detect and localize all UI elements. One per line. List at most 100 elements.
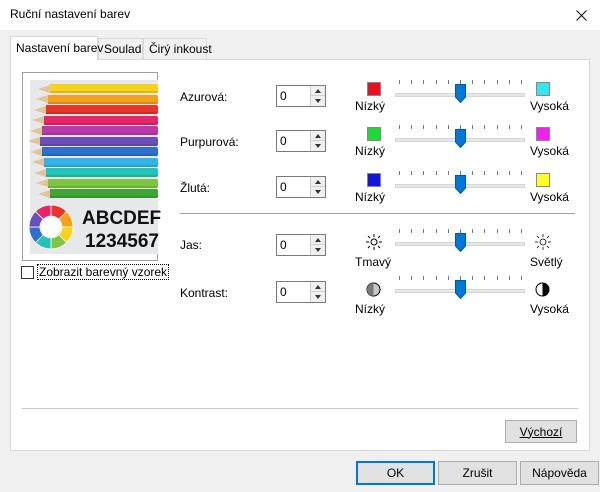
slider-thumb[interactable] (454, 280, 466, 299)
slider-tick (508, 80, 510, 84)
arrow-down-icon (315, 295, 321, 299)
brightness-slider[interactable] (395, 229, 525, 253)
yellow-low-label: Nízký (355, 190, 385, 204)
close-button[interactable] (566, 3, 596, 27)
tab-clear-ink[interactable]: Čirý inkoust (143, 38, 212, 59)
tab-label: Nastavení barev (16, 41, 104, 55)
pencil-icon (32, 157, 158, 167)
yellow-low-swatch (367, 173, 381, 187)
contrast-spinbox[interactable]: 0 (276, 281, 326, 303)
magenta-spinbox[interactable]: 0 (276, 130, 326, 152)
cancel-label: Zrušit (462, 466, 493, 480)
pencil-icon (30, 126, 158, 135)
pencil-icon (34, 105, 158, 114)
cyan-low-label: Nízký (355, 99, 385, 113)
slider-tick (411, 276, 413, 280)
slider-tick (472, 171, 474, 175)
pencil-icon (32, 115, 158, 125)
slider-tick (447, 171, 449, 175)
tab-color-settings[interactable]: Nastavení barev (10, 36, 103, 60)
cyan-spinbox[interactable]: 0 (276, 85, 326, 107)
contrast-label: Kontrast: (180, 286, 229, 300)
pencil-icon (38, 189, 158, 198)
arrow-up-icon (315, 237, 321, 242)
cyan-value: 0 (280, 89, 287, 103)
help-label: Nápověda (532, 466, 587, 480)
arrow-down-icon (315, 144, 321, 148)
tab-label: Čirý inkoust (149, 42, 212, 56)
spin-down-button[interactable] (311, 292, 325, 302)
arrow-down-icon (315, 190, 321, 194)
slider-tick (484, 125, 486, 129)
magenta-slider[interactable] (395, 125, 525, 149)
slider-tick (399, 276, 400, 280)
slider-tick (484, 229, 486, 233)
slider-tick (423, 276, 425, 280)
cancel-button[interactable]: Zrušit (438, 461, 517, 485)
arrow-up-icon (315, 284, 321, 289)
arrow-up-icon (315, 88, 321, 93)
slider-thumb[interactable] (454, 84, 466, 103)
brightness-spinbox[interactable]: 0 (276, 234, 326, 256)
sample-text-letters: ABCDEF (82, 208, 162, 229)
restore-defaults-label: Výchozí (519, 424, 563, 439)
close-icon (575, 9, 587, 21)
slider-thumb[interactable] (454, 129, 466, 148)
magenta-high-swatch (536, 127, 550, 141)
spin-up-button[interactable] (311, 177, 325, 187)
spin-down-button[interactable] (311, 245, 325, 255)
slider-tick (435, 229, 437, 233)
slider-thumb[interactable] (454, 233, 466, 252)
contrast-slider[interactable] (395, 276, 525, 300)
slider-tick (521, 80, 522, 84)
arrow-up-icon (315, 179, 321, 184)
pencil-icon (38, 84, 158, 93)
spin-down-button[interactable] (311, 187, 325, 197)
spin-up-button[interactable] (311, 131, 325, 141)
slider-tick (496, 80, 498, 84)
slider-tick (423, 229, 425, 233)
slider-tick (447, 229, 449, 233)
tab-matching[interactable]: Soulad (98, 38, 143, 59)
slider-thumb[interactable] (454, 175, 466, 194)
arrow-up-icon (315, 133, 321, 138)
yellow-label: Žlutá: (180, 181, 211, 195)
ok-button[interactable]: OK (356, 461, 435, 485)
tab-label: Soulad (104, 42, 142, 56)
cyan-label: Azurová: (180, 90, 228, 104)
restore-defaults-button[interactable]: Výchozí (505, 420, 577, 443)
slider-tick (472, 80, 474, 84)
yellow-spinbox[interactable]: 0 (276, 176, 326, 198)
color-preview-image: ABCDEF 1234567 (28, 80, 162, 254)
spin-up-button[interactable] (311, 282, 325, 292)
slider-tick (399, 80, 400, 84)
pencil-icon (30, 147, 158, 156)
slider-tick (508, 229, 510, 233)
sun-light-icon (535, 234, 551, 250)
sun-dark-icon (366, 234, 382, 250)
slider-tick (472, 125, 474, 129)
slider-tick (447, 276, 449, 280)
arrow-down-icon (315, 99, 321, 103)
show-sample-label[interactable]: Zobrazit barevný vzorek (37, 264, 170, 280)
show-sample-checkbox-row[interactable]: Zobrazit barevný vzorek (21, 264, 170, 280)
spin-down-button[interactable] (311, 141, 325, 151)
slider-tick (399, 229, 400, 233)
slider-tick (472, 229, 474, 233)
show-sample-checkbox[interactable] (21, 265, 34, 279)
help-button[interactable]: Nápověda (520, 461, 599, 485)
cyan-slider[interactable] (395, 80, 525, 104)
yellow-slider[interactable] (395, 171, 525, 195)
spin-up-button[interactable] (311, 86, 325, 96)
brightness-low-label: Tmavý (355, 255, 391, 269)
window-title: Ruční nastavení barev (10, 7, 131, 21)
slider-tick (435, 276, 437, 280)
spin-down-button[interactable] (311, 96, 325, 106)
contrast-high-label: Vysoká (530, 302, 569, 316)
slider-tick (484, 276, 486, 280)
spin-up-button[interactable] (311, 235, 325, 245)
slider-tick (484, 171, 486, 175)
slider-tick (435, 125, 437, 129)
slider-tick (435, 80, 437, 84)
brightness-high-label: Světlý (530, 255, 563, 269)
